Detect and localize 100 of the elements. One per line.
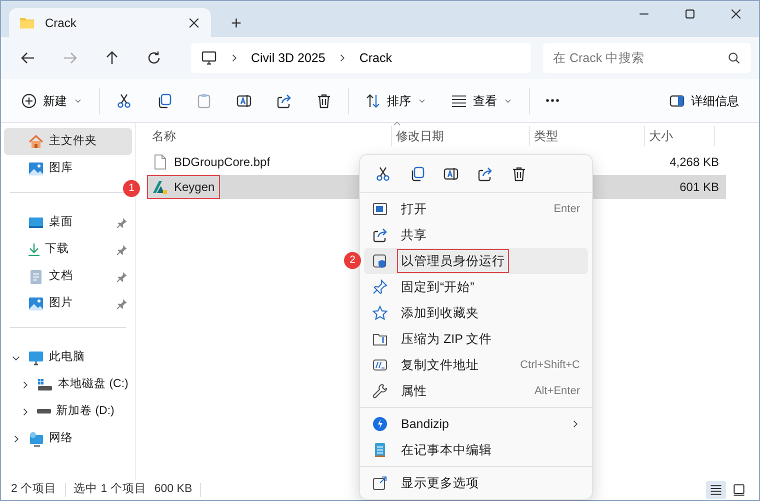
search-icon xyxy=(727,51,741,65)
bandizip-logo-icon xyxy=(372,416,388,432)
file-name: BDGroupCore.bpf xyxy=(174,154,270,171)
search-field[interactable]: 在 Crack 中搜索 xyxy=(543,43,751,73)
pin-icon xyxy=(116,244,128,256)
zip-folder-icon xyxy=(372,331,388,347)
sidebar-item[interactable]: 桌面 xyxy=(4,209,132,236)
menu-item[interactable]: Bandizip xyxy=(364,411,588,437)
home-icon xyxy=(28,134,44,150)
sidebar-item[interactable]: 此电脑 xyxy=(4,344,132,371)
menu-item[interactable]: 显示更多选项 xyxy=(364,470,588,496)
annotation-badge: 2 xyxy=(344,252,361,269)
copy-icon xyxy=(156,92,172,108)
close-icon[interactable] xyxy=(729,7,743,21)
sidebar-item[interactable]: 下载 xyxy=(4,236,132,263)
new-button[interactable]: 新建 xyxy=(9,84,95,116)
download-icon xyxy=(28,242,40,256)
document-icon xyxy=(28,268,44,284)
shield-window-icon xyxy=(372,253,388,269)
menu-item[interactable]: 属性 Alt+Enter xyxy=(364,378,588,404)
file-size: 4,268 KB xyxy=(668,154,720,171)
app-logo-icon xyxy=(152,179,168,195)
sidebar-item[interactable]: 新加卷 (D:) xyxy=(4,398,132,425)
sidebar-item[interactable]: 主文件夹 xyxy=(4,128,132,155)
address-bar[interactable]: Civil 3D 2025 Crack xyxy=(191,43,531,73)
maximize-icon[interactable] xyxy=(683,7,697,21)
shortcut-text: Alt+Enter xyxy=(534,384,580,399)
sort-icon xyxy=(365,92,381,108)
drive-icon xyxy=(37,376,53,392)
scissors-icon xyxy=(375,166,391,182)
sidebar-label: 主文件夹 xyxy=(49,133,97,149)
tab-title: Crack xyxy=(45,14,76,32)
breadcrumb-link[interactable]: Crack xyxy=(359,48,392,68)
list-view-icon xyxy=(451,92,467,108)
monitor-icon[interactable] xyxy=(201,50,217,66)
star-icon xyxy=(372,305,388,321)
menu-item[interactable]: 共享 xyxy=(364,222,588,248)
menu-item[interactable]: 压缩为 ZIP 文件 xyxy=(364,326,588,352)
desktop-icon xyxy=(28,214,44,230)
pin-icon xyxy=(372,279,388,295)
menu-item[interactable]: 复制文件地址 Ctrl+Shift+C xyxy=(364,352,588,378)
column-header[interactable]: 修改日期 xyxy=(392,126,530,146)
sidebar-label: 新加卷 (D:) xyxy=(56,403,114,419)
shortcut-text: Enter xyxy=(554,202,580,217)
shortcut-text: Ctrl+Shift+C xyxy=(520,358,580,373)
wrench-icon xyxy=(372,383,388,399)
sidebar-item[interactable]: 图库 xyxy=(4,155,132,182)
sidebar-label: 网络 xyxy=(49,430,73,446)
sidebar-item[interactable]: 图片 xyxy=(4,290,132,317)
forward-icon xyxy=(62,50,78,66)
column-header[interactable]: 大小 xyxy=(645,126,715,146)
menu-item[interactable]: 在记事本中编辑 xyxy=(364,437,588,463)
sidebar-label: 本地磁盘 (C:) xyxy=(58,376,128,392)
rename-icon xyxy=(236,92,252,108)
rename-icon xyxy=(443,166,459,182)
pin-icon xyxy=(116,216,128,228)
image-icon xyxy=(28,160,44,176)
share-icon xyxy=(372,227,388,243)
annotation-badge: 1 xyxy=(123,180,140,197)
sidebar-item[interactable]: 文档 xyxy=(4,263,132,290)
external-menu-icon xyxy=(372,475,388,491)
sidebar-label: 桌面 xyxy=(49,214,73,230)
copy-icon xyxy=(409,166,425,182)
column-header[interactable]: 名称 xyxy=(148,126,392,146)
details-pane-icon xyxy=(669,92,685,108)
file-size: 601 KB xyxy=(678,179,720,196)
network-icon xyxy=(28,430,44,446)
new-tab-button[interactable]: + xyxy=(225,13,248,33)
sidebar-label: 下载 xyxy=(45,242,69,257)
back-icon xyxy=(20,50,36,66)
trash-icon xyxy=(511,166,527,182)
clipboard-icon xyxy=(196,92,212,108)
column-header[interactable]: 类型 xyxy=(530,126,645,146)
share-icon xyxy=(276,92,292,108)
file-name: Keygen xyxy=(174,179,215,196)
breadcrumb-link[interactable]: Civil 3D 2025 xyxy=(251,48,326,68)
file-row[interactable]: BDGroupCore.bpf 4,268 KB xyxy=(148,150,726,174)
computer-icon xyxy=(28,350,44,366)
tiles-view-icon xyxy=(732,483,746,497)
details-view-button[interactable] xyxy=(706,481,726,499)
sidebar-label: 文档 xyxy=(49,268,73,284)
close-icon[interactable] xyxy=(187,16,201,30)
menu-item[interactable]: 以管理员身份运行 xyxy=(364,248,588,274)
pin-icon xyxy=(116,298,128,310)
selection-count: 选中 1 个项目 xyxy=(74,482,146,498)
view-button[interactable]: 查看 xyxy=(439,84,525,116)
trash-icon xyxy=(316,92,332,108)
sidebar-item[interactable]: 本地磁盘 (C:) xyxy=(4,371,132,398)
sidebar-item[interactable]: 网络 xyxy=(4,425,132,452)
menu-item[interactable]: 打开 Enter xyxy=(364,196,588,222)
plus-circle-icon xyxy=(21,92,37,108)
window-tab[interactable]: Crack xyxy=(9,8,211,37)
image-icon xyxy=(28,296,44,312)
notepad-icon xyxy=(372,442,388,458)
details-button[interactable]: 详细信息 xyxy=(657,84,751,116)
menu-item[interactable]: 添加到收藏夹 xyxy=(364,300,588,326)
menu-item[interactable]: 固定到“开始” xyxy=(364,274,588,300)
sidebar-label: 图库 xyxy=(49,160,73,176)
sort-button[interactable]: 排序 xyxy=(353,84,439,116)
sidebar-label: 图片 xyxy=(49,296,73,311)
